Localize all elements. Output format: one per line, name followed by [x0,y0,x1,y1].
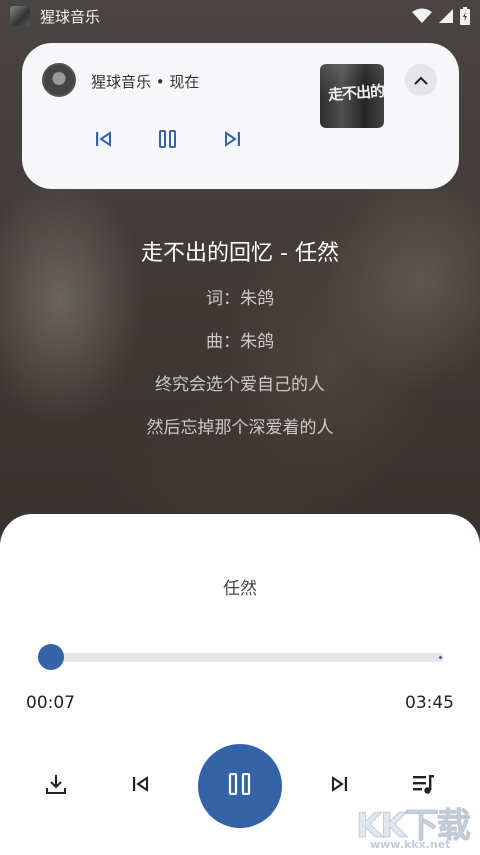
notification-title: 猩球音乐 • 现在 [91,73,200,91]
next-button[interactable] [319,766,359,806]
pause-icon [228,772,252,799]
lyric-line: 曲：朱鸽 [206,332,274,352]
lyric-line: 然后忘掉那个深爱着的人 [146,418,334,438]
next-icon [223,131,241,151]
notification-expand-button[interactable] [405,64,437,96]
download-button[interactable] [36,766,76,806]
next-icon [330,776,348,796]
status-bar: 猩球音乐 [0,0,480,32]
play-pause-button[interactable] [198,744,282,828]
album-cover-text: 走不出的 [327,82,384,104]
app-icon [10,6,30,26]
status-app-name: 猩球音乐 [40,7,101,26]
lyrics-panel: 走不出的回忆 - 任然 词：朱鸽 曲：朱鸽 终究会选个爱自己的人 然后忘掉那个深… [0,236,480,450]
media-notification-card[interactable]: 猩球音乐 • 现在 走不出的 [22,43,459,189]
battery-icon [460,7,470,25]
notification-previous-button[interactable] [92,129,116,153]
artist-name: 任然 [223,579,257,599]
progress-slider[interactable] [37,644,444,670]
progress-end-dot [439,656,442,659]
chevron-up-icon [413,71,429,90]
total-time: 03:45 [405,693,454,713]
wifi-icon [412,8,432,24]
progress-thumb[interactable] [37,644,64,670]
song-title: 走不出的回忆 - 任然 [141,241,339,266]
lyric-line: 词：朱鸽 [206,289,274,309]
watermark-url: www.kkx.net [370,838,451,851]
notification-next-button[interactable] [220,129,244,153]
current-time: 00:07 [26,693,75,713]
lyric-line: 终究会选个爱自己的人 [155,375,325,395]
previous-button[interactable] [121,766,161,806]
signal-icon [438,8,454,24]
previous-icon [95,131,113,151]
notification-app-avatar [42,63,76,97]
download-icon [45,773,67,799]
watermark: KK下载 www.kkx.net [356,798,472,852]
notification-pause-button[interactable] [156,129,180,153]
pause-icon [158,130,178,152]
notification-album-cover: 走不出的 [320,64,384,128]
previous-icon [132,776,150,796]
playlist-icon [412,773,436,799]
